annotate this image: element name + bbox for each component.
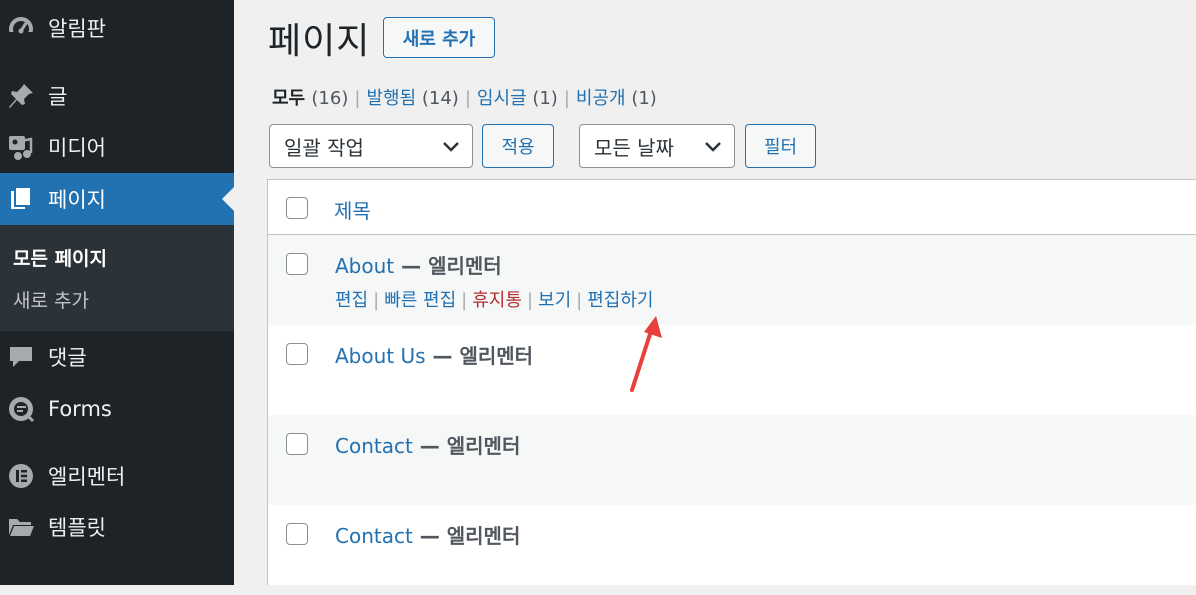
submenu-add-new[interactable]: 새로 추가	[13, 286, 89, 313]
chevron-down-icon	[442, 134, 460, 158]
row-actions: 편집 | 빠른 편집 | 휴지통 | 보기 | 편집하기	[335, 290, 654, 311]
page-title-link[interactable]: Contact	[335, 434, 413, 458]
sidebar-item-elementor[interactable]: 엘리멘터	[0, 450, 234, 502]
select-all-checkbox[interactable]	[286, 197, 308, 219]
sidebar-item-label: 미디어	[48, 136, 106, 160]
row-title: Contact — 엘리멘터	[335, 434, 521, 458]
table-header: 제목	[268, 180, 1196, 235]
row-checkbox[interactable]	[286, 433, 308, 455]
page-title-link[interactable]: About	[335, 254, 394, 278]
row-title: About Us — 엘리멘터	[335, 344, 534, 368]
admin-sidebar: 알림판 글 미디어 페이지 모든 페이지 새로 추가 댓글 Forms 엘리멘터…	[0, 0, 234, 585]
sidebar-item-label: 엘리멘터	[48, 465, 126, 489]
sidebar-item-label: 페이지	[48, 188, 106, 212]
add-new-page-button[interactable]: 새로 추가	[383, 17, 495, 58]
folder-icon	[6, 512, 36, 542]
bulk-action-select[interactable]: 일괄 작업	[269, 124, 473, 168]
main-content: 페이지 새로 추가 모두 (16) | 발행됨 (14) | 임시글 (1) | 비공개 (…	[234, 0, 1196, 585]
sidebar-item-label: 알림판	[48, 17, 106, 41]
quick-edit-link[interactable]: 빠른 편집	[384, 290, 456, 311]
sidebar-item-forms[interactable]: Forms	[0, 383, 234, 435]
filter-button[interactable]: 필터	[745, 124, 816, 168]
row-checkbox[interactable]	[286, 343, 308, 365]
sidebar-item-label: Forms	[48, 397, 112, 421]
filter-published[interactable]: 발행됨 (14)	[366, 88, 458, 109]
edit-with-elementor-link[interactable]: 편집하기	[587, 290, 653, 311]
trash-link[interactable]: 휴지통	[472, 290, 522, 311]
table-row: About — 엘리멘터 편집 | 빠른 편집 | 휴지통 | 보기 | 편집하기	[268, 235, 1196, 325]
row-title: Contact — 엘리멘터	[335, 524, 521, 548]
sidebar-item-pages[interactable]: 페이지	[0, 173, 234, 225]
edit-link[interactable]: 편집	[335, 290, 368, 311]
apply-button[interactable]: 적용	[482, 124, 554, 168]
pages-submenu: 모든 페이지 새로 추가	[0, 225, 234, 331]
submenu-all-pages[interactable]: 모든 페이지	[13, 244, 107, 271]
annotation-arrow-icon	[630, 316, 662, 392]
pages-table: 제목 About — 엘리멘터 편집 | 빠른 편집 | 휴지통 | 보기 | 편집하기 Abo…	[267, 179, 1196, 585]
table-row: Contact — 엘리멘터	[268, 505, 1196, 595]
page-title: 페이지	[268, 21, 371, 62]
comment-icon	[6, 342, 36, 372]
pin-icon	[6, 81, 36, 111]
sidebar-item-templates[interactable]: 템플릿	[0, 501, 234, 553]
filter-all[interactable]: 모두 (16)	[272, 88, 348, 109]
sidebar-item-comments[interactable]: 댓글	[0, 331, 234, 383]
filter-draft[interactable]: 임시글 (1)	[477, 88, 558, 109]
chevron-down-icon	[704, 134, 722, 158]
sidebar-item-label: 글	[48, 85, 68, 109]
sidebar-item-posts[interactable]: 글	[0, 70, 234, 122]
view-link[interactable]: 보기	[538, 290, 571, 311]
row-title: About — 엘리멘터	[335, 254, 502, 278]
sidebar-item-media[interactable]: 미디어	[0, 121, 234, 173]
date-filter-select[interactable]: 모든 날짜	[579, 124, 735, 168]
row-checkbox[interactable]	[286, 523, 308, 545]
elementor-icon	[6, 461, 36, 491]
column-title-sort[interactable]: 제목	[334, 195, 371, 224]
forms-icon	[6, 394, 36, 424]
pages-icon	[6, 184, 36, 214]
table-row: Contact — 엘리멘터	[268, 415, 1196, 505]
sidebar-item-dashboard[interactable]: 알림판	[0, 2, 234, 54]
page-title-link[interactable]: Contact	[335, 524, 413, 548]
row-checkbox[interactable]	[286, 253, 308, 275]
table-row: About Us — 엘리멘터	[268, 325, 1196, 415]
status-filter-links: 모두 (16) | 발행됨 (14) | 임시글 (1) | 비공개 (1)	[272, 88, 657, 109]
sidebar-item-label: 템플릿	[48, 516, 106, 540]
page-title-link[interactable]: About Us	[335, 344, 426, 368]
dashboard-icon	[6, 13, 36, 43]
sidebar-item-label: 댓글	[48, 346, 87, 370]
filter-private[interactable]: 비공개 (1)	[576, 88, 657, 109]
media-icon	[6, 132, 36, 162]
